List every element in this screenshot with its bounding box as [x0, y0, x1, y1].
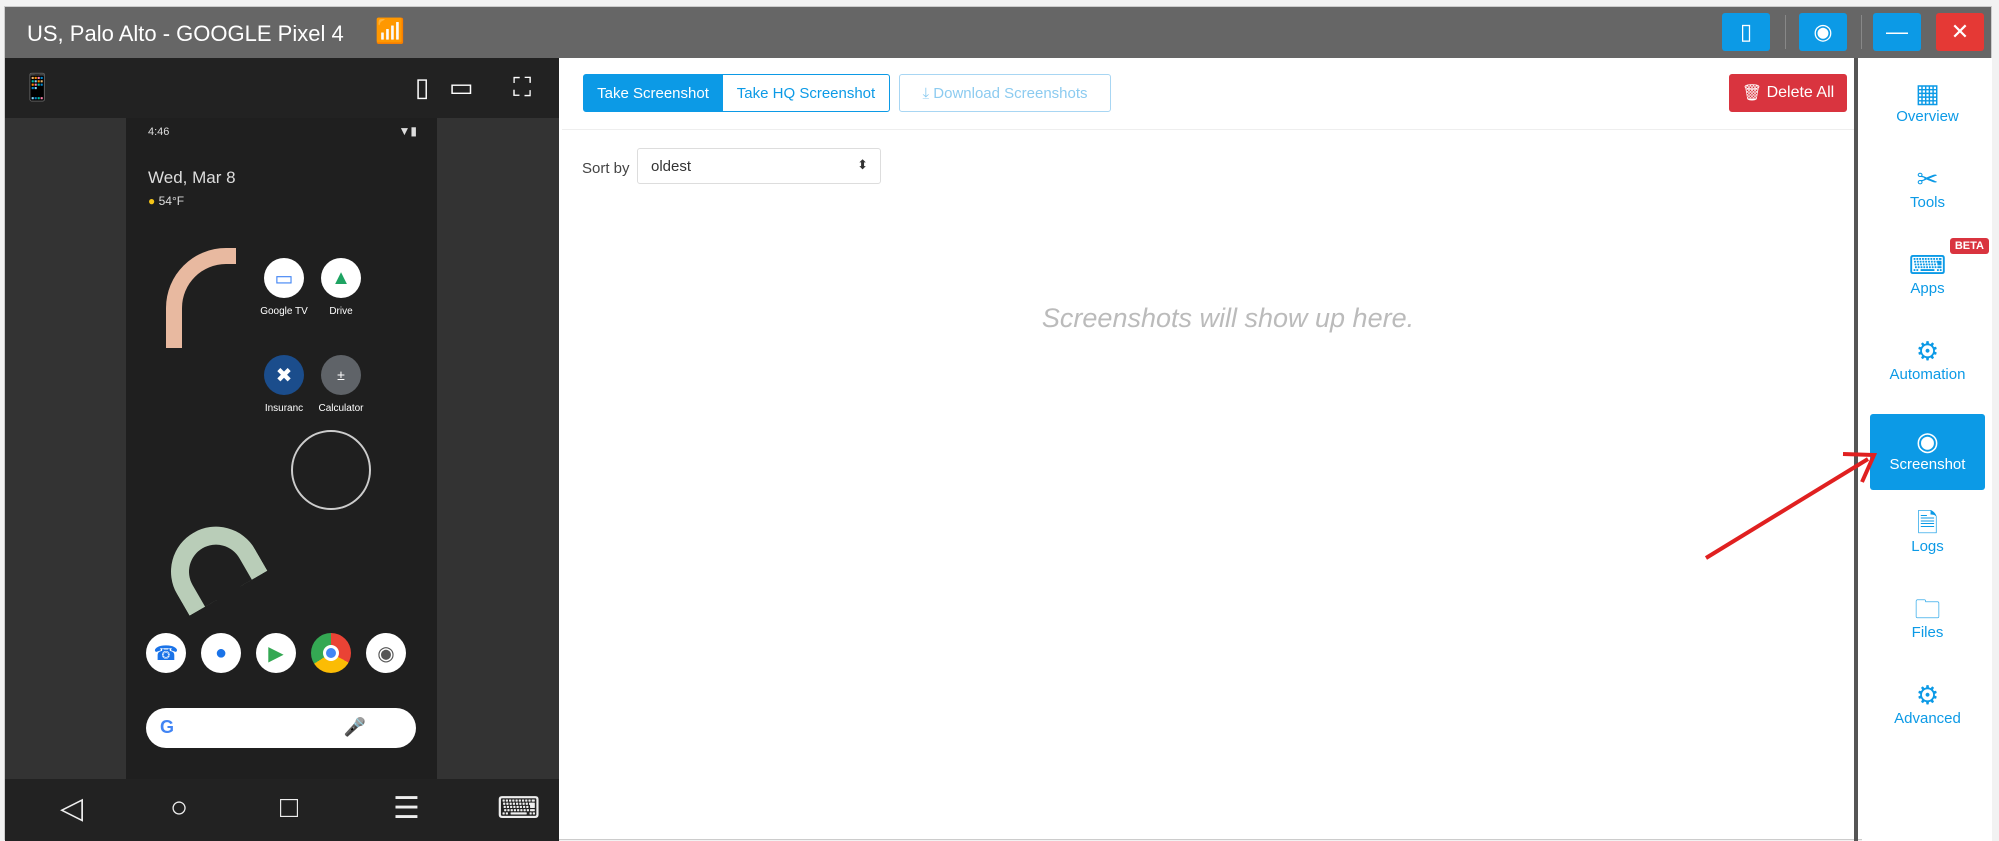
annotation-arrow [1704, 452, 1878, 560]
